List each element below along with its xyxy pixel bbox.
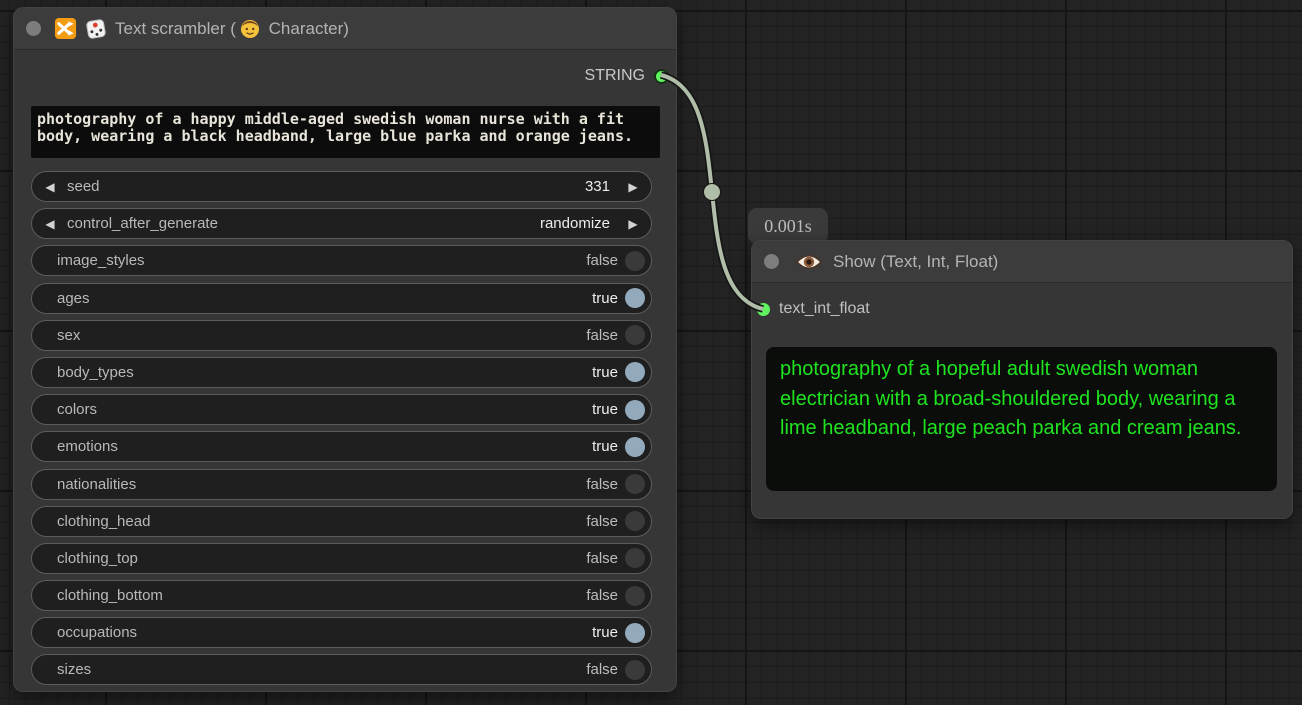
toggle-widget-clothing_top[interactable]: clothing_top false [31, 543, 652, 574]
prompt-textarea[interactable]: photography of a happy middle-aged swedi… [31, 106, 660, 158]
show-text-titlebar[interactable]: Show (Text, Int, Float) [752, 241, 1292, 283]
widget-label: sizes [57, 661, 91, 678]
link-midpoint-dot[interactable] [704, 184, 721, 201]
dice-icon [84, 17, 108, 41]
widget-label: occupations [57, 624, 137, 641]
toggle-dot[interactable] [625, 251, 645, 271]
widget-value: true [592, 401, 618, 418]
eye-icon [796, 253, 822, 271]
widget-label: sex [57, 327, 80, 344]
toggle-dot[interactable] [625, 474, 645, 494]
input-slot-label: text_int_float [779, 300, 870, 318]
widget-label: ages [57, 290, 90, 307]
toggle-dot[interactable] [625, 660, 645, 680]
toggle-dot[interactable] [625, 586, 645, 606]
toggle-widget-sex[interactable]: sex false [31, 320, 652, 351]
widget-value: false [586, 550, 618, 567]
text-scrambler-node[interactable]: Text scrambler ( Character) STRING photo… [14, 8, 676, 691]
output-text-display: photography of a hopeful adult swedish w… [766, 347, 1277, 491]
combo-widget-control_after_generate[interactable]: ◀ control_after_generate randomize ▶ [31, 208, 652, 239]
collapse-dot[interactable] [764, 254, 779, 269]
toggle-dot[interactable] [625, 511, 645, 531]
widget-label: emotions [57, 438, 118, 455]
execution-time-badge: 0.001s [748, 208, 828, 244]
input-slot-dot[interactable] [757, 303, 770, 316]
toggle-widget-occupations[interactable]: occupations true [31, 617, 652, 648]
increment-arrow-icon[interactable]: ▶ [624, 217, 642, 231]
shuffle-icon [54, 17, 77, 40]
widgets-container: ◀ seed 331 ▶ ◀ control_after_generate randomiz… [31, 171, 652, 685]
toggle-dot[interactable] [625, 623, 645, 643]
widget-value: false [586, 476, 618, 493]
widget-value: true [592, 290, 618, 307]
toggle-widget-body_types[interactable]: body_types true [31, 357, 652, 388]
widget-label: clothing_bottom [57, 587, 163, 604]
widget-label: clothing_head [57, 513, 150, 530]
widget-value: 331 [585, 178, 610, 195]
increment-arrow-icon[interactable]: ▶ [624, 180, 642, 194]
node-title: Show (Text, Int, Float) [833, 252, 998, 272]
string-output-dot[interactable] [654, 69, 669, 84]
widget-value: false [586, 513, 618, 530]
widget-label: colors [57, 401, 97, 418]
widget-value: randomize [540, 215, 610, 232]
collapse-dot[interactable] [26, 21, 41, 36]
widget-value: true [592, 624, 618, 641]
widget-label: clothing_top [57, 550, 138, 567]
toggle-dot[interactable] [625, 437, 645, 457]
toggle-widget-clothing_bottom[interactable]: clothing_bottom false [31, 580, 652, 611]
node-title: Text scrambler ( [115, 19, 236, 39]
widget-label: body_types [57, 364, 134, 381]
widget-label: nationalities [57, 476, 136, 493]
combo-widget-seed[interactable]: ◀ seed 331 ▶ [31, 171, 652, 202]
toggle-widget-emotions[interactable]: emotions true [31, 431, 652, 462]
widget-label: seed [67, 178, 100, 195]
widget-label: control_after_generate [67, 215, 218, 232]
string-output-label: STRING [585, 67, 645, 85]
decrement-arrow-icon[interactable]: ◀ [41, 180, 59, 194]
toggle-widget-clothing_head[interactable]: clothing_head false [31, 506, 652, 537]
toggle-widget-ages[interactable]: ages true [31, 283, 652, 314]
toggle-dot[interactable] [625, 288, 645, 308]
toggle-dot[interactable] [625, 400, 645, 420]
toggle-dot[interactable] [625, 325, 645, 345]
widget-value: false [586, 587, 618, 604]
toggle-widget-colors[interactable]: colors true [31, 394, 652, 425]
widget-value: false [586, 661, 618, 678]
widget-value: true [592, 364, 618, 381]
widget-label: image_styles [57, 252, 145, 269]
show-text-node[interactable]: Show (Text, Int, Float) text_int_float p… [752, 241, 1292, 518]
toggle-dot[interactable] [625, 362, 645, 382]
toggle-widget-sizes[interactable]: sizes false [31, 654, 652, 685]
toggle-widget-image_styles[interactable]: image_styles false [31, 245, 652, 276]
toggle-dot[interactable] [625, 548, 645, 568]
person-icon [240, 19, 260, 39]
string-output-slot[interactable]: STRING [585, 63, 676, 89]
toggle-widget-nationalities[interactable]: nationalities false [31, 469, 652, 500]
decrement-arrow-icon[interactable]: ◀ [41, 217, 59, 231]
widget-value: false [586, 327, 618, 344]
node-title-suffix: Character) [264, 19, 349, 39]
text-int-float-input-slot[interactable]: text_int_float [752, 297, 870, 321]
text-scrambler-titlebar[interactable]: Text scrambler ( Character) [14, 8, 676, 50]
widget-value: false [586, 252, 618, 269]
widget-value: true [592, 438, 618, 455]
node-editor-canvas[interactable]: 0.001s Text scrambler ( [0, 0, 1302, 705]
